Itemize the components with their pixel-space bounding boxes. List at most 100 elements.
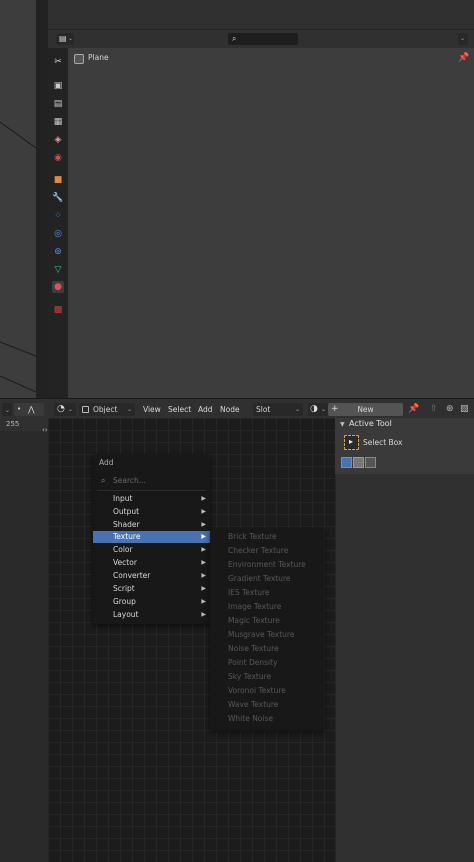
panel-title[interactable]: Active Tool	[349, 419, 392, 428]
texture-submenu: Brick Texture Checker Texture Environmen…	[210, 528, 324, 730]
search-placeholder: Search...	[113, 476, 146, 485]
view-layer-tab-icon[interactable]: ▦	[52, 116, 64, 128]
submenu-arrow-icon: ▶	[201, 611, 206, 618]
modifier-tab-icon[interactable]: 🔧	[52, 192, 64, 204]
menu-item-environment-texture[interactable]: Environment Texture	[228, 559, 306, 571]
left-strip	[0, 418, 48, 862]
slot-dropdown[interactable]: Slot ⌄	[253, 403, 303, 416]
menu-item-group[interactable]: Group ▶	[93, 596, 210, 608]
chevron-down-icon: ⌄	[126, 406, 132, 413]
object-icon	[82, 406, 89, 413]
menu-item-shader[interactable]: Shader ▶	[93, 519, 210, 531]
menu-item-sky-texture[interactable]: Sky Texture	[228, 671, 271, 683]
viewport-wireframe	[0, 121, 36, 393]
new-button-label: New	[357, 405, 374, 414]
menu-item-wave-texture[interactable]: Wave Texture	[228, 699, 278, 711]
menu-add[interactable]: Add	[198, 403, 213, 416]
menu-item-label: Vector	[113, 558, 137, 567]
menu-item-checker-texture[interactable]: Checker Texture	[228, 545, 288, 557]
texture-tab-icon[interactable]: ▩	[52, 304, 64, 316]
object-dropdown[interactable]: Object ⌄	[79, 403, 135, 416]
plus-icon: +	[331, 404, 339, 414]
overlay-toggle[interactable]: • ⋀	[14, 403, 44, 416]
mode-set-button[interactable]	[341, 457, 352, 468]
menu-item-output[interactable]: Output ▶	[93, 506, 210, 518]
submenu-arrow-icon: ▶	[201, 495, 206, 502]
sidebar	[335, 418, 474, 862]
object-tab-icon[interactable]: ■	[52, 174, 64, 186]
chevron-down-icon: ⌄	[68, 406, 74, 413]
parent-node-tree-icon[interactable]: ⇧	[430, 403, 438, 416]
menu-item-gradient-texture[interactable]: Gradient Texture	[228, 573, 290, 585]
menu-item-label: Output	[113, 507, 140, 516]
menu-item-white-noise[interactable]: White Noise	[228, 713, 273, 725]
output-tab-icon[interactable]: ▤	[52, 98, 64, 110]
cursor-icon: ▸	[349, 437, 354, 446]
tool-name: Select Box	[363, 438, 403, 447]
constraints-tab-icon[interactable]: ⊚	[52, 246, 64, 258]
collapse-arrow-icon[interactable]: ▼	[340, 421, 345, 428]
menu-item-voronoi-texture[interactable]: Voronoi Texture	[228, 685, 286, 697]
menu-item-magic-texture[interactable]: Magic Texture	[228, 615, 280, 627]
resize-handle-icon[interactable]: ‹›	[42, 426, 48, 434]
menu-item-converter[interactable]: Converter ▶	[93, 570, 210, 582]
menu-item-script[interactable]: Script ▶	[93, 583, 210, 595]
pin-icon[interactable]: 📌	[408, 403, 419, 416]
menu-select[interactable]: Select	[168, 403, 191, 416]
material-tab-icon[interactable]: ●	[52, 281, 64, 293]
render-tab-icon[interactable]: ▣	[52, 80, 64, 92]
menu-item-texture[interactable]: Texture ▶	[93, 531, 210, 543]
editor-type-button[interactable]: ◔ ⌄	[54, 403, 76, 416]
menu-item-point-density[interactable]: Point Density	[228, 657, 278, 669]
menu-item-image-texture[interactable]: Image Texture	[228, 601, 281, 613]
menu-item-label: Converter	[113, 571, 151, 580]
dot-icon: •	[17, 405, 22, 413]
new-material-button[interactable]: + New	[328, 403, 403, 416]
menu-item-input[interactable]: Input ▶	[93, 493, 210, 505]
data-tab-icon[interactable]: ▽	[52, 264, 64, 276]
chevron-down-icon: ⌄	[460, 35, 466, 42]
add-menu-title: Add	[99, 458, 114, 467]
tool-tab-icon[interactable]: ✂	[52, 56, 64, 68]
submenu-arrow-icon: ▶	[201, 533, 206, 540]
menu-node[interactable]: Node	[220, 403, 240, 416]
submenu-arrow-icon: ▶	[201, 559, 206, 566]
menu-item-label: Layout	[113, 610, 139, 619]
menu-item-musgrave-texture[interactable]: Musgrave Texture	[228, 629, 294, 641]
material-browse-button[interactable]: ◑ ⌄	[308, 403, 328, 416]
menu-item-vector[interactable]: Vector ▶	[93, 557, 210, 569]
submenu-arrow-icon: ▶	[201, 572, 206, 579]
add-menu-search[interactable]: ⌕ Search...	[97, 474, 206, 487]
menu-item-brick-texture[interactable]: Brick Texture	[228, 531, 277, 543]
viewport-3d[interactable]	[0, 0, 36, 398]
menu-item-layout[interactable]: Layout ▶	[93, 609, 210, 621]
properties-options-button[interactable]: ⌄	[458, 33, 468, 45]
object-dropdown-label: Object	[93, 405, 118, 414]
slot-dropdown-label: Slot	[256, 405, 271, 414]
particles-tab-icon[interactable]: ⁘	[52, 210, 64, 222]
physics-tab-icon[interactable]: ◎	[52, 228, 64, 240]
snap-icon[interactable]: ⊛	[446, 403, 454, 416]
select-box-tool-icon[interactable]: ▸	[344, 435, 359, 450]
menu-item-ies-texture[interactable]: IES Texture	[228, 587, 270, 599]
chevron-down-icon: ⌄	[321, 406, 327, 413]
add-menu: Add ⌕ Search... Input ▶ Output ▶ Shader ▶ T…	[93, 454, 210, 624]
properties-main: Plane 📌	[68, 48, 474, 398]
mode-subtract-button[interactable]	[365, 457, 376, 468]
properties-top-area	[48, 0, 474, 30]
backdrop-icon[interactable]: ▧	[460, 403, 469, 416]
mode-extend-button[interactable]	[353, 457, 364, 468]
world-tab-icon[interactable]: ◉	[52, 152, 64, 164]
submenu-arrow-icon: ▶	[201, 585, 206, 592]
properties-search-input[interactable]: ⌕	[228, 33, 298, 45]
area-divider[interactable]	[36, 0, 48, 398]
menu-view[interactable]: View	[143, 403, 161, 416]
left-header-button[interactable]: ⌄	[2, 403, 12, 416]
menu-item-noise-texture[interactable]: Noise Texture	[228, 643, 279, 655]
scene-tab-icon[interactable]: ◈	[52, 134, 64, 146]
properties-editor-type-button[interactable]: ▤ ⌄	[56, 33, 74, 45]
menu-item-color[interactable]: Color ▶	[93, 544, 210, 556]
left-strip-value[interactable]: 255	[6, 420, 19, 428]
pin-icon[interactable]: 📌	[458, 53, 469, 63]
chevron-down-icon: ⌄	[68, 35, 74, 42]
